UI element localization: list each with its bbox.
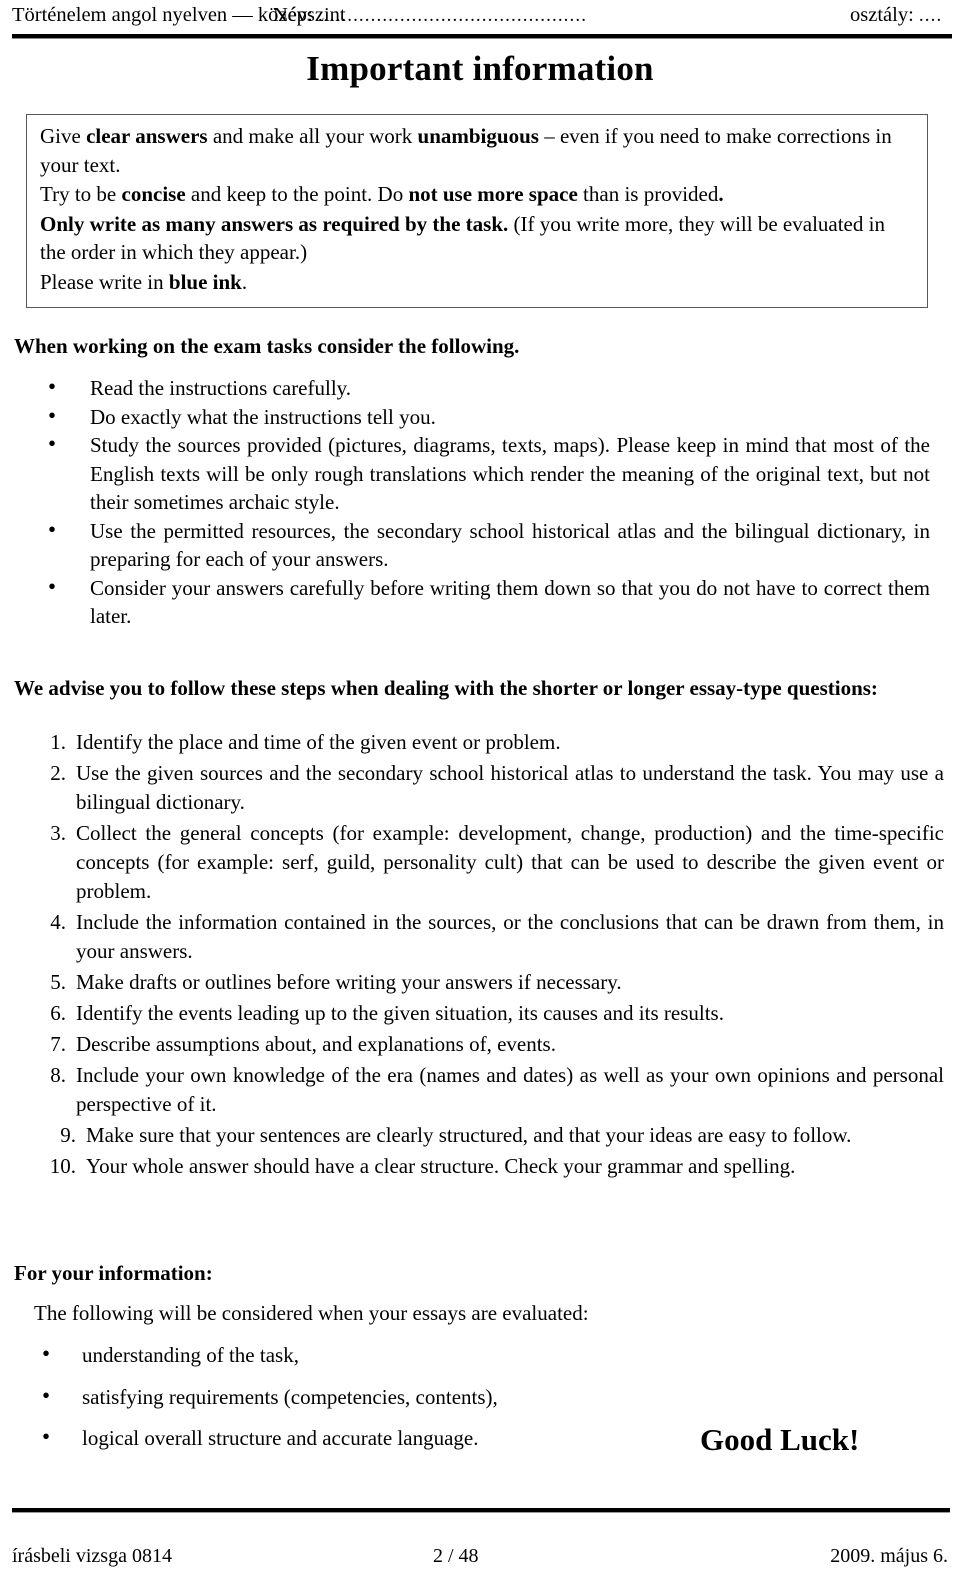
list-item-text: Include your own knowledge of the era (n…	[76, 1063, 944, 1116]
list-item-number: 1.	[50, 730, 66, 754]
list-item: 1. Identify the place and time of the giv…	[28, 728, 944, 757]
header-class-field: osztály: ....	[850, 2, 942, 29]
box-p1-bold-2: unambiguous	[417, 124, 539, 148]
list-item-number: 5.	[50, 970, 66, 994]
info-section-heading: For your information:	[14, 1261, 213, 1285]
box-paragraph-1: Give clear answers and make all your wor…	[40, 122, 914, 179]
list-item-text: Use the given sources and the secondary …	[76, 761, 944, 814]
list-item: Read the instructions carefully.	[0, 373, 930, 403]
box-p1-mid: and make all your work	[207, 124, 418, 148]
list-item: 10. Your whole answer should have a clear…	[28, 1152, 944, 1181]
list-item: 8. Include your own knowledge of the era …	[28, 1061, 944, 1119]
list-item-number: 4.	[50, 910, 66, 934]
list-item-text: Make drafts or outlines before writing y…	[76, 970, 622, 994]
box-paragraph-3: Only write as many answers as required b…	[40, 210, 914, 267]
header-rule	[12, 34, 952, 39]
important-info-box: Give clear answers and make all your wor…	[26, 114, 928, 308]
list-item-text: Describe assumptions about, and explanat…	[76, 1032, 556, 1056]
page-title: Important information	[306, 49, 654, 88]
box-p2-pre: Try to be	[40, 182, 122, 206]
list-item-text: Collect the general concepts (for exampl…	[76, 821, 944, 903]
info-section-intro: The following will be considered when yo…	[34, 1301, 589, 1325]
list-item-number: 9.	[60, 1123, 76, 1147]
list-item-number: 8.	[50, 1063, 66, 1087]
list-item: 7. Describe assumptions about, and explan…	[28, 1030, 944, 1059]
box-p4-pre: Please write in	[40, 269, 169, 294]
footer-exam-code: írásbeli vizsga 0814	[12, 1545, 172, 1567]
exam-section-heading: When working on the exam tasks consider …	[14, 334, 520, 358]
list-item-text: Identify the events leading up to the gi…	[76, 1001, 724, 1025]
steps-section-list: 1. Identify the place and time of the giv…	[28, 728, 944, 1183]
list-item-number: 3.	[50, 821, 66, 845]
list-item-number: 2.	[50, 761, 66, 785]
box-p1-bold-1: clear answers	[86, 124, 208, 148]
box-p4-post: .	[241, 269, 248, 294]
list-item-number: 7.	[50, 1032, 66, 1056]
list-item-text: Make sure that your sentences are clearl…	[86, 1123, 852, 1147]
list-item-text: Identify the place and time of the given…	[76, 730, 561, 754]
list-item-number: 6.	[50, 1001, 66, 1025]
list-item: Use the permitted resources, the seconda…	[0, 516, 930, 574]
box-p2-bold-1: concise	[121, 182, 186, 206]
box-p2-mid: and keep to the point. Do	[185, 182, 409, 206]
list-item: 4. Include the information contained in t…	[28, 908, 944, 966]
list-item: Consider your answers carefully before w…	[0, 573, 930, 631]
good-luck-text: Good Luck!	[700, 1422, 860, 1457]
list-item-text: Include the information contained in the…	[76, 910, 944, 963]
box-paragraph-4: Please write in blue ink.	[40, 268, 914, 297]
list-item: Do exactly what the instructions tell yo…	[0, 402, 930, 432]
list-item: 5. Make drafts or outlines before writing…	[28, 968, 944, 997]
list-item: understanding of the task,	[0, 1340, 930, 1370]
steps-section-heading: We advise you to follow these steps when…	[14, 676, 878, 700]
box-p1-pre: Give	[40, 124, 87, 148]
box-p4-bold-1: blue ink	[168, 269, 242, 294]
box-p2-bold-2: not use more space	[408, 182, 578, 206]
list-item: 6. Identify the events leading up to the …	[28, 999, 944, 1028]
box-paragraph-2: Try to be concise and keep to the point.…	[40, 180, 914, 209]
list-item: 9. Make sure that your sentences are clea…	[28, 1121, 944, 1150]
box-p3-bold-1: Only write as many answers as required b…	[40, 211, 509, 236]
footer-date: 2009. május 6.	[830, 1545, 948, 1567]
list-item: 2. Use the given sources and the secondar…	[28, 759, 944, 817]
list-item-number: 10.	[49, 1154, 76, 1178]
list-item: Study the sources provided (pictures, di…	[0, 430, 930, 517]
header-class-dots: ....	[918, 5, 943, 26]
header-class-label: osztály:	[850, 4, 914, 26]
header-name-label: Név:	[273, 4, 313, 26]
list-item: satisfying requirements (competencies, c…	[0, 1382, 930, 1412]
box-p2-bold-3: .	[718, 182, 724, 206]
list-item-text: Your whole answer should have a clear st…	[86, 1154, 796, 1178]
exam-page: Történelem angol nyelven — középszint Né…	[0, 0, 960, 1583]
exam-section-bullets: Read the instructions carefully. Do exac…	[0, 373, 930, 631]
box-p2-post: than is provided	[577, 182, 719, 206]
list-item: 3. Collect the general concepts (for exam…	[28, 819, 944, 906]
footer-page-number: 2 / 48	[433, 1545, 479, 1567]
header-name-field: Név: ...................................…	[273, 2, 587, 29]
running-footer: írásbeli vizsga 0814 2 / 48 2009. május …	[12, 1543, 948, 1569]
header-name-dots: ........................................…	[317, 5, 588, 26]
running-header: Történelem angol nyelven — középszint Né…	[12, 2, 948, 28]
footer-rule	[12, 1508, 950, 1513]
